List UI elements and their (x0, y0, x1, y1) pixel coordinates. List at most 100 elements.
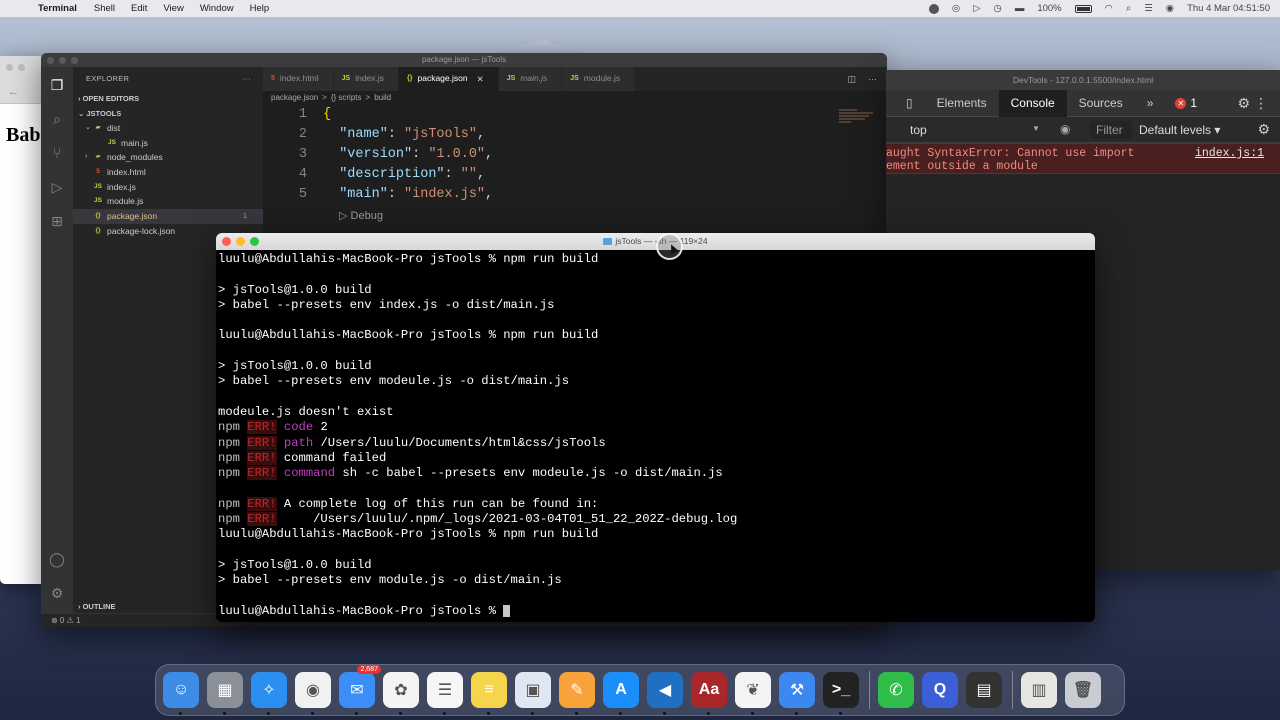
chevron-down-icon[interactable]: ▼ (1032, 124, 1040, 133)
vscode-minimize-button[interactable] (59, 57, 66, 64)
browser-close-dot[interactable] (6, 64, 13, 71)
siri-icon[interactable]: ◉ (1166, 3, 1174, 14)
menu-shell[interactable]: Shell (94, 3, 115, 14)
project-section[interactable]: ⌄ JSTOOLS (73, 106, 263, 121)
notes-icon[interactable]: ≡ (471, 672, 507, 715)
vscode-icon[interactable]: ◀ (647, 672, 683, 715)
menu-app-name[interactable]: Terminal (38, 3, 77, 14)
downloads-stack-icon[interactable]: ▥ (1021, 672, 1057, 708)
context-selector[interactable]: top (910, 123, 927, 137)
menu-clock[interactable]: Thu 4 Mar 04:51:50 (1187, 3, 1270, 14)
browser-back-icon[interactable]: ← (8, 86, 19, 98)
file-tree-item[interactable]: {} package.json 1 (73, 209, 263, 224)
terminal-close-button[interactable] (222, 237, 231, 246)
problems-status[interactable]: ⊗ 0 ⚠ 1 (51, 616, 80, 625)
tab-sources[interactable]: Sources (1067, 90, 1135, 117)
file-tree-item[interactable]: 5 index.html (73, 165, 263, 180)
terminal-zoom-button[interactable] (250, 237, 259, 246)
trash-icon[interactable]: 🗑 (1065, 672, 1101, 708)
launchpad-icon[interactable]: ▦ (207, 672, 243, 715)
minimap[interactable] (839, 109, 879, 129)
control-center-icon[interactable]: ☰ (1144, 3, 1153, 14)
file-tree-item[interactable]: JS main.js (73, 136, 263, 151)
device-toggle-icon[interactable]: ▯ (886, 90, 925, 117)
flag-icon[interactable]: ▬ (1015, 3, 1025, 14)
photos-icon[interactable]: ✿ (383, 672, 419, 715)
menu-window[interactable]: Window (200, 3, 234, 14)
editor-tab[interactable]: 5 index.html (263, 67, 334, 91)
editor-tab[interactable]: JS main.js (498, 67, 563, 91)
editor-tab[interactable]: {} package.json ✕ (399, 67, 499, 91)
run-debug-icon[interactable]: ▷ (49, 179, 65, 195)
xcode-icon[interactable]: ⚒ (779, 672, 815, 715)
devtools-settings-icon[interactable]: ⚙ ⋮ (1238, 95, 1280, 112)
browser-window[interactable]: ← Bab (0, 56, 44, 584)
file-tree-item[interactable]: JS index.js (73, 180, 263, 195)
console-settings-icon[interactable]: ⚙ (1257, 121, 1270, 138)
open-editors-section[interactable]: › OPEN EDITORS (73, 91, 263, 106)
line-number: 5 (298, 187, 307, 202)
editor-more-icon[interactable]: ··· (868, 67, 877, 91)
console-filter-input[interactable]: Filter (1090, 121, 1132, 139)
search-icon[interactable]: ⌕ (49, 111, 65, 127)
record-icon[interactable] (928, 3, 939, 14)
file-type-icon: JS (341, 75, 351, 82)
search-icon[interactable]: ⌕ (1126, 3, 1131, 14)
explorer-icon[interactable]: ❐ (49, 77, 65, 93)
menu-edit[interactable]: Edit (131, 3, 147, 14)
menu-help[interactable]: Help (250, 3, 270, 14)
extensions-icon[interactable]: ⊞ (49, 213, 65, 229)
safari-icon[interactable]: ✧ (251, 672, 287, 715)
manage-gear-icon[interactable]: ⚙ (49, 585, 65, 601)
whatsapp-icon[interactable]: ✆ (878, 672, 914, 708)
battery-icon[interactable] (1074, 4, 1092, 13)
debug-codelens[interactable]: ▷ Debug (339, 209, 383, 222)
menu-view[interactable]: View (163, 3, 183, 14)
chrome-icon[interactable]: ◉ (295, 672, 331, 715)
creative-cloud-icon[interactable]: ◎ (952, 3, 960, 14)
browser-min-dot[interactable] (18, 64, 25, 71)
finder-icon[interactable]: ☺ (163, 672, 199, 715)
tab-elements[interactable]: Elements (925, 90, 999, 117)
vscode-zoom-button[interactable] (71, 57, 78, 64)
terminal-minimize-button[interactable] (236, 237, 245, 246)
terminal-window[interactable]: jsTools — -sh — 119×24 luulu@Abdullahis-… (216, 233, 1095, 622)
pages-icon[interactable]: ✎ (559, 672, 595, 715)
breadcrumb-item[interactable]: package.json (271, 91, 318, 105)
calculator-icon[interactable]: ▤ (966, 672, 1002, 708)
close-tab-icon[interactable]: ✕ (477, 67, 484, 91)
file-tree-item[interactable]: ⌄ ▰ dist (73, 121, 263, 136)
app-store-icon[interactable]: A (603, 672, 639, 715)
more-actions-icon[interactable]: ··· (243, 67, 251, 91)
error-counter[interactable]: ✕ 1 (1165, 96, 1207, 110)
play-icon[interactable]: ▷ (973, 3, 980, 14)
vscode-close-button[interactable] (47, 57, 54, 64)
mongodb-icon[interactable]: ❦ (735, 672, 771, 715)
more-tabs-icon[interactable]: » (1135, 90, 1166, 117)
account-icon[interactable]: ◯ (49, 551, 65, 567)
terminal-output[interactable]: luulu@Abdullahis-MacBook-Pro jsTools % n… (218, 252, 1095, 622)
log-levels-dropdown[interactable]: Default levels ▾ (1139, 123, 1220, 137)
editor-tab[interactable]: JS index.js (333, 67, 400, 91)
editor-tab[interactable]: JS module.js (562, 67, 636, 91)
time-machine-icon[interactable]: ◷ (994, 3, 1002, 14)
editor-tab-list: 5 index.html JS index.js {} package.json ✕ JS ma… (263, 67, 636, 91)
error-source-link[interactable]: index.js:1 (1195, 147, 1264, 160)
dictionary-icon[interactable]: Aa (691, 672, 727, 715)
reminders-icon[interactable]: ☰ (427, 672, 463, 715)
wifi-icon[interactable]: ◠ (1105, 3, 1113, 14)
battery-percent[interactable]: 100% (1037, 3, 1061, 14)
breadcrumb-item[interactable]: build (374, 91, 391, 105)
file-tree-item[interactable]: JS module.js (73, 194, 263, 209)
mail-icon[interactable]: ✉ 2,687 (339, 665, 381, 715)
breadcrumb-item[interactable]: {} scripts (331, 91, 362, 105)
split-editor-icon[interactable]: ◫ (847, 67, 856, 91)
quicktime-icon[interactable]: Q (922, 672, 958, 708)
terminal-icon[interactable]: >_ (823, 672, 859, 715)
source-control-icon[interactable]: ⑂ (49, 145, 65, 161)
tab-console[interactable]: Console (998, 89, 1067, 117)
preview-icon[interactable]: ▣ (515, 672, 551, 715)
outline-section[interactable]: › OUTLINE (78, 602, 116, 611)
file-tree-item[interactable]: › ▰ node_modules (73, 150, 263, 165)
live-expression-eye-icon[interactable]: ◉ (1060, 122, 1070, 136)
